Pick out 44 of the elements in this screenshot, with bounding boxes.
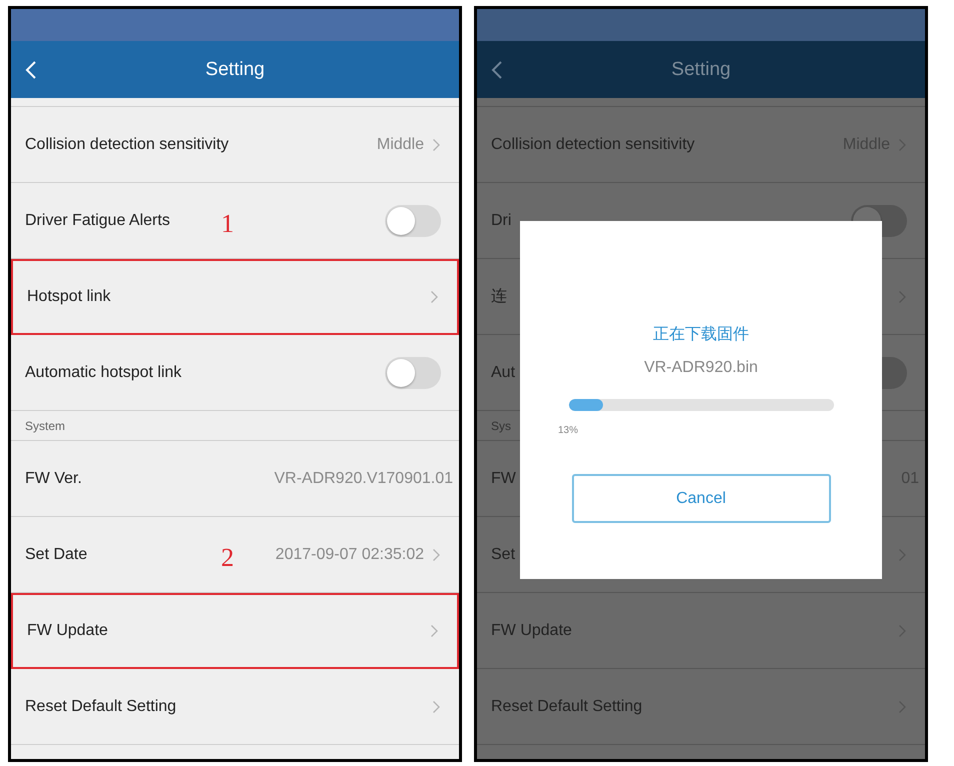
chevron-icon (432, 138, 441, 152)
annotation-number: 1 (221, 209, 234, 239)
setting-label: FW Ver. (25, 470, 82, 488)
setting-label: Automatic hotspot link (25, 364, 182, 382)
setting-label: Collision detection sensitivity (491, 136, 695, 154)
setting-value: 2017-09-07 02:35:02 (275, 546, 424, 564)
setting-label: Reset Default Setting (25, 698, 176, 716)
screen-title: Setting (671, 58, 731, 80)
progress-percent: 13% (558, 425, 578, 436)
setting-label: FW Update (491, 622, 572, 640)
setting-value: Middle (376, 136, 424, 154)
setting-label: Set (491, 546, 516, 564)
setting-value: VR-ADR920.V170901.01 (274, 470, 453, 488)
setting-row[interactable]: Collision detection sensitivity Middle (11, 107, 459, 183)
chevron-icon (432, 548, 441, 562)
chevron-icon (430, 290, 439, 304)
dialog-title: 正在下载固件 (653, 324, 749, 345)
setting-row[interactable]: Automatic hotspot link (11, 335, 459, 411)
screen-title: Setting (205, 58, 265, 80)
chevron-icon (430, 624, 439, 638)
back-icon[interactable] (491, 60, 503, 80)
toggle-switch[interactable] (385, 204, 441, 236)
setting-label: FW (491, 470, 516, 488)
setting-row[interactable]: Set Date 2 2017-09-07 02:35:02 (11, 517, 459, 593)
setting-label: Hotspot link (27, 288, 111, 306)
section-label: Sys (491, 418, 512, 432)
setting-row[interactable]: FW Update (11, 593, 459, 669)
setting-label: Set Date (25, 546, 88, 564)
setting-label: FW Update (27, 622, 108, 640)
setting-label: Reset Default Setting (491, 698, 642, 716)
setting-label: Collision detection sensitivity (25, 136, 229, 154)
setting-label: Dri (491, 212, 512, 230)
setting-row[interactable]: Driver Fatigue Alerts 1 (11, 183, 459, 259)
setting-row[interactable]: Reset Default Setting (11, 669, 459, 745)
setting-row[interactable]: Hotspot link (11, 259, 459, 335)
setting-label: Aut (491, 364, 516, 382)
setting-label: Driver Fatigue Alerts (25, 212, 170, 230)
cancel-button[interactable]: Cancel (572, 474, 830, 523)
setting-label: 连 (491, 287, 507, 307)
section-label: System (25, 418, 66, 432)
toggle-switch[interactable] (385, 356, 441, 388)
annotation-number: 2 (221, 543, 234, 573)
chevron-icon (432, 700, 441, 714)
file-name: VR-ADR920.bin (644, 359, 758, 377)
